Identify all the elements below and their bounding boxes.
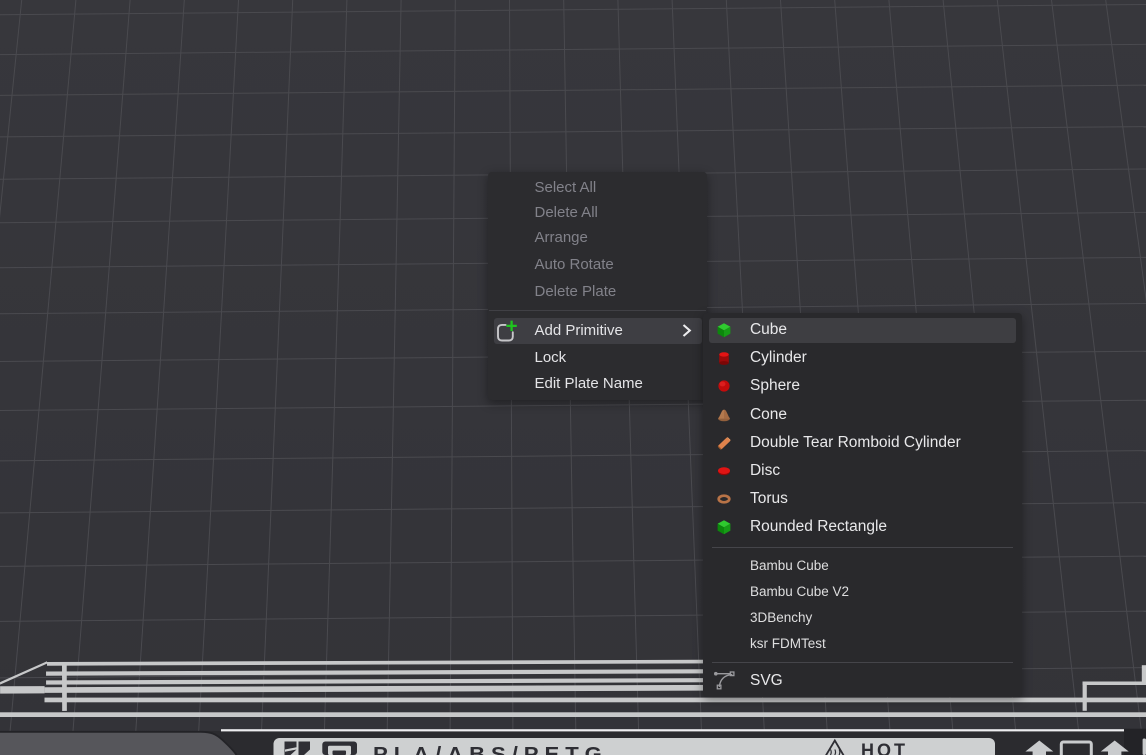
svg-text:HOT: HOT — [861, 741, 908, 755]
svg-text:PLA/ABS/PETG: PLA/ABS/PETG — [373, 743, 608, 755]
